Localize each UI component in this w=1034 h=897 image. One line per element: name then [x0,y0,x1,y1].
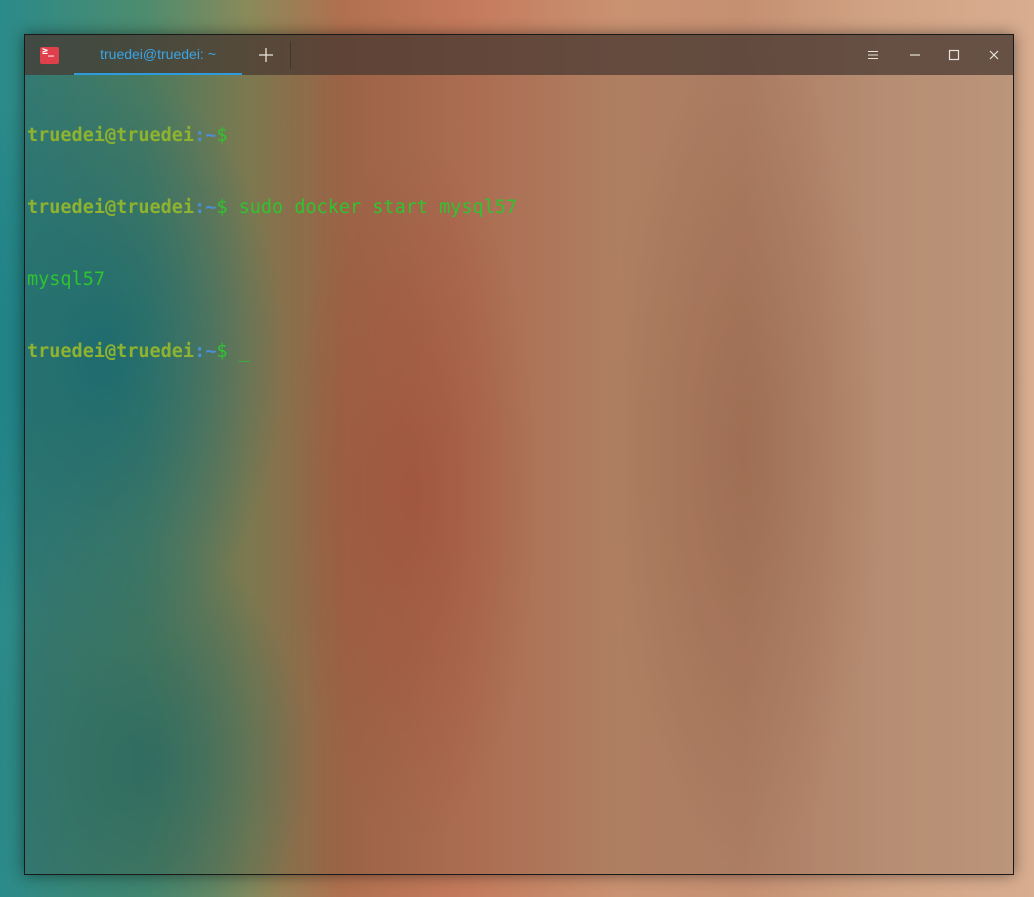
prompt-path: ~ [205,197,217,218]
text-cursor: _ [238,341,250,362]
prompt-separator: : [194,341,206,362]
plus-icon [259,48,273,62]
close-button[interactable] [976,40,1012,70]
prompt-user: truedei@truedei [27,341,195,362]
minimize-button[interactable] [897,40,933,70]
maximize-icon [948,49,960,61]
new-tab-button[interactable] [250,40,282,70]
prompt-user: truedei@truedei [27,125,195,146]
prompt-path: ~ [205,125,217,146]
prompt-path: ~ [205,341,217,362]
prompt-dollar: $ [216,341,228,362]
command-output: mysql57 [27,269,105,290]
tab-title: truedei@truedei: ~ [100,46,216,62]
hamburger-icon [868,51,878,59]
tab-separator [290,41,291,69]
terminal-line-current-prompt: truedei@truedei:~$ _ [27,340,1009,364]
maximize-button[interactable] [936,40,972,70]
prompt-user: truedei@truedei [27,197,195,218]
prompt-separator: : [194,125,206,146]
command-text: sudo docker start mysql57 [227,197,518,218]
menu-button[interactable] [855,40,891,70]
terminal-line-output: mysql57 [27,268,1009,292]
minimize-icon [910,54,920,56]
prompt-dollar: $ [216,125,228,146]
prompt-separator: : [194,197,206,218]
terminal-line-prompt: truedei@truedei:~$ [27,124,1009,148]
title-bar[interactable]: ≥_ truedei@truedei: ~ [25,35,1013,75]
terminal-line-command: truedei@truedei:~$ sudo docker start mys… [27,196,1009,220]
terminal-window: ≥_ truedei@truedei: ~ truedei@truedei:~$… [24,34,1014,875]
app-icon-glyph: ≥_ [42,45,55,57]
terminal-app-icon: ≥_ [40,45,59,64]
close-icon [989,50,999,60]
tab-active-terminal[interactable]: truedei@truedei: ~ [74,35,242,75]
command-text [228,341,239,362]
terminal-output-area[interactable]: truedei@truedei:~$ truedei@truedei:~$ su… [27,75,1009,870]
prompt-dollar: $ [216,197,228,218]
